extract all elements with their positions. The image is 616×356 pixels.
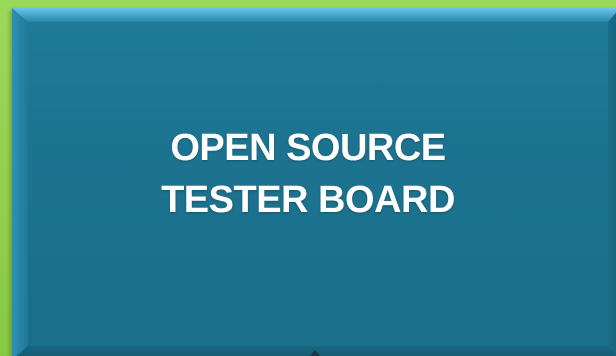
slide-canvas: OPEN SOURCE TESTER BOARD	[0, 0, 616, 356]
board-title-line-1: OPEN SOURCE	[170, 127, 446, 169]
board-title: OPEN SOURCE TESTER BOARD	[0, 122, 616, 226]
board-title-line-2: TESTER BOARD	[161, 179, 455, 221]
panel-bevel-top	[12, 8, 616, 22]
bottom-marker-icon	[308, 350, 322, 356]
